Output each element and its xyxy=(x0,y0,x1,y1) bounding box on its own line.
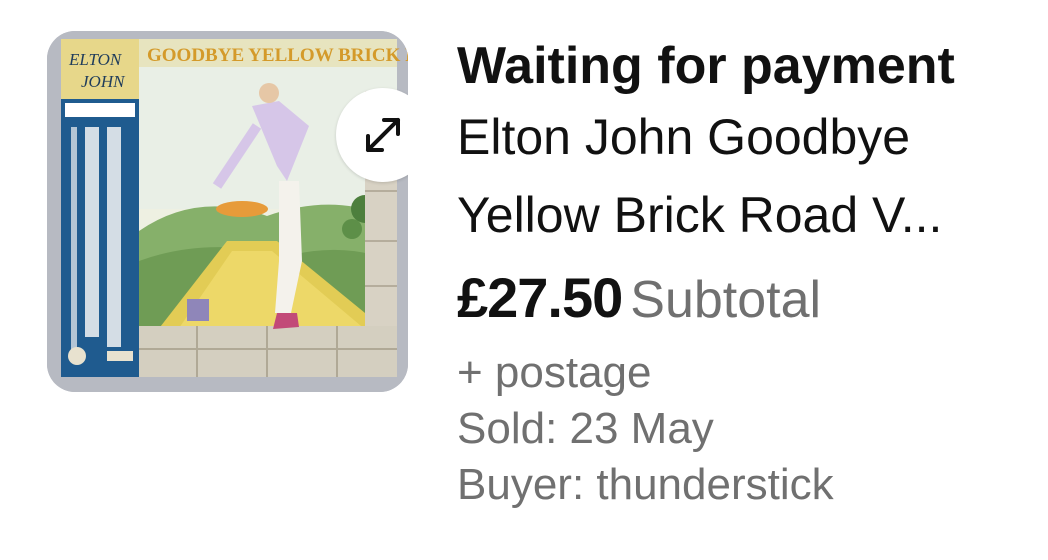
order-details: Waiting for payment Elton John Goodbye Y… xyxy=(457,34,1037,513)
sold-date: Sold: 23 May xyxy=(457,404,714,453)
order-status: Waiting for payment xyxy=(457,37,955,95)
svg-text:GOODBYE YELLOW BRICK ROAD: GOODBYE YELLOW BRICK ROAD xyxy=(147,45,408,66)
svg-text:JOHN: JOHN xyxy=(81,72,126,91)
svg-text:ELTON: ELTON xyxy=(68,50,123,69)
order-card[interactable]: GOODBYE YELLOW BRICK ROAD ELTON JOHN Wai… xyxy=(0,0,1048,560)
postage-text: + postage xyxy=(457,348,652,397)
price-label: Subtotal xyxy=(630,271,822,329)
item-title[interactable]: Elton John Goodbye Yellow Brick Road V..… xyxy=(457,98,1032,254)
price: £27.50 xyxy=(457,266,623,329)
buyer-name: Buyer: thunderstick xyxy=(457,460,834,509)
album-cover-image: GOODBYE YELLOW BRICK ROAD ELTON JOHN xyxy=(47,31,408,392)
expand-icon xyxy=(366,118,400,152)
item-thumbnail[interactable]: GOODBYE YELLOW BRICK ROAD ELTON JOHN xyxy=(47,31,408,392)
price-row: £27.50 Subtotal xyxy=(457,266,1037,345)
item-title-line2: Yellow Brick Road V... xyxy=(457,187,943,243)
item-title-line1: Elton John Goodbye xyxy=(457,109,911,165)
